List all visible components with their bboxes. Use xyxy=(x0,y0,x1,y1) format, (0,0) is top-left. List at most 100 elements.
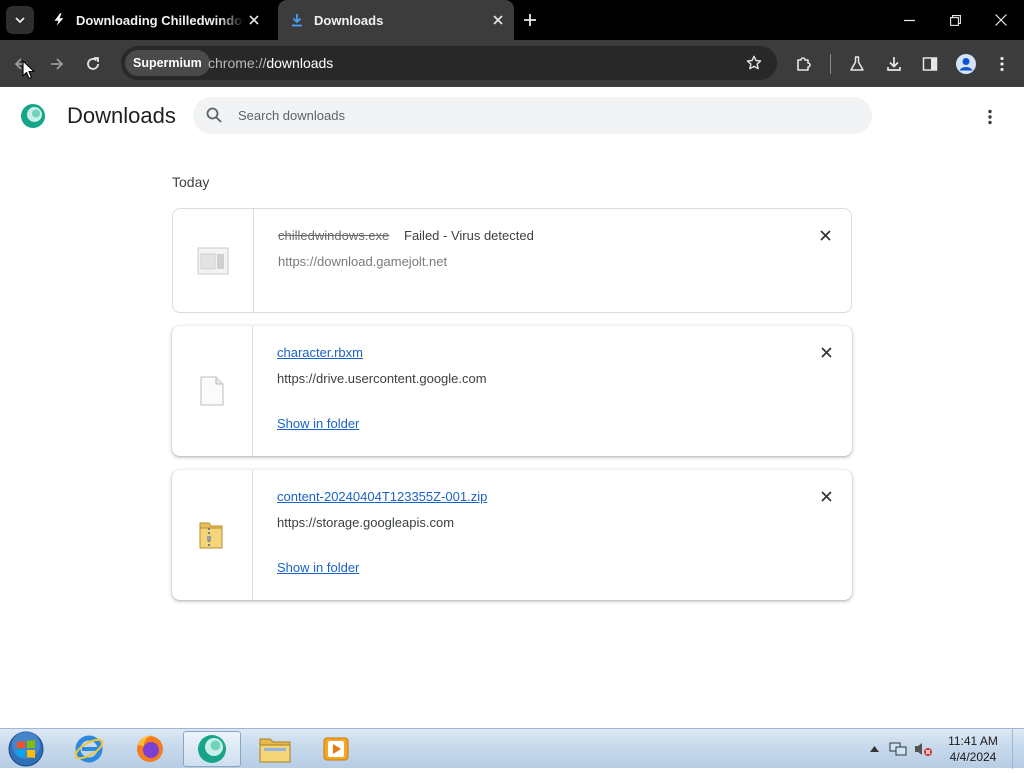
show-desktop-button[interactable] xyxy=(1012,729,1024,769)
tab-title: Downloads xyxy=(314,12,384,28)
puzzle-icon xyxy=(797,57,811,71)
taskbar-internet-explorer[interactable] xyxy=(60,731,118,767)
tab-downloading[interactable]: Downloading Chilledwindows.exe xyxy=(40,0,270,40)
network-icon xyxy=(889,742,907,756)
firefox-icon xyxy=(137,735,163,762)
search-input[interactable] xyxy=(238,97,838,134)
source-url[interactable]: https://storage.googleapis.com xyxy=(277,515,454,530)
more-vert-icon xyxy=(1000,56,1004,72)
date-heading: Today xyxy=(172,174,210,190)
downloads-button[interactable] xyxy=(881,51,907,77)
extensions-button[interactable] xyxy=(791,51,817,77)
start-button[interactable] xyxy=(6,730,46,768)
downloads-page: Downloads Today chilledwindows.exe Faile… xyxy=(0,87,1024,728)
tab-title: Downloading Chilledwindows.exe xyxy=(76,12,244,28)
close-icon xyxy=(995,14,1007,26)
file-name-link[interactable]: content-20240404T123355Z-001.zip xyxy=(277,489,487,504)
reload-icon xyxy=(87,57,99,70)
file-icon-cell xyxy=(173,209,254,312)
volume-tray-icon[interactable] xyxy=(912,729,934,769)
clock-date: 4/4/2024 xyxy=(949,750,997,764)
file-explorer-icon xyxy=(259,738,291,763)
show-in-folder-link[interactable]: Show in folder xyxy=(277,416,359,431)
taskbar-file-explorer[interactable] xyxy=(246,731,304,767)
close-icon xyxy=(819,229,831,241)
restore-icon xyxy=(949,14,961,26)
arrow-right-icon xyxy=(51,58,64,70)
page-title: Downloads xyxy=(67,103,176,128)
star-icon xyxy=(746,55,762,70)
clock-time: 11:41 AM xyxy=(948,734,998,748)
remove-from-list-button[interactable] xyxy=(818,344,834,360)
taskbar-firefox[interactable] xyxy=(121,731,179,767)
side-panel-button[interactable] xyxy=(917,51,943,77)
close-tab-icon[interactable] xyxy=(246,12,262,28)
remove-from-list-button[interactable] xyxy=(818,488,834,504)
close-icon xyxy=(820,346,832,358)
show-in-folder-link[interactable]: Show in folder xyxy=(277,560,359,575)
url-text[interactable]: chrome://downloads xyxy=(208,55,333,71)
taskbar-media-player[interactable] xyxy=(307,731,365,767)
file-name: chilledwindows.exe xyxy=(278,228,390,243)
restore-button[interactable] xyxy=(932,0,978,40)
minimize-icon xyxy=(903,19,915,21)
internet-explorer-icon xyxy=(74,735,104,763)
show-hidden-icons-button[interactable] xyxy=(866,729,882,769)
file-name-link[interactable]: character.rbxm xyxy=(277,345,363,360)
download-item: chilledwindows.exe Failed - Virus detect… xyxy=(172,208,852,313)
zip-folder-icon xyxy=(199,522,223,549)
labs-button[interactable] xyxy=(844,51,870,77)
more-vert-icon xyxy=(988,109,992,125)
download-status: Failed - Virus detected xyxy=(404,228,534,243)
volume-muted-icon xyxy=(915,743,932,756)
media-player-icon xyxy=(323,737,349,761)
flask-icon xyxy=(850,56,864,71)
network-tray-icon[interactable] xyxy=(888,729,908,769)
browser-toolbar: Supermium chrome://downloads xyxy=(0,40,1024,87)
file-icon-cell xyxy=(172,470,253,600)
bookmark-button[interactable] xyxy=(741,50,767,76)
download-item: content-20240404T123355Z-001.zip https:/… xyxy=(172,470,852,600)
browser-chip[interactable]: Supermium xyxy=(125,50,210,76)
source-url[interactable]: https://download.gamejolt.net xyxy=(278,254,447,269)
reload-button[interactable] xyxy=(80,51,106,77)
close-tab-icon[interactable] xyxy=(490,12,506,28)
download-icon xyxy=(887,57,901,71)
url-path: downloads xyxy=(266,55,334,71)
tab-search-button[interactable] xyxy=(6,6,34,34)
address-bar[interactable]: Supermium chrome://downloads xyxy=(121,46,777,80)
windows-logo-icon xyxy=(8,731,44,767)
download-arrow-icon xyxy=(288,11,306,29)
mouse-pointer-icon xyxy=(22,60,35,80)
blank-file-icon xyxy=(200,376,224,406)
remove-from-list-button[interactable] xyxy=(817,227,833,243)
plus-icon xyxy=(524,14,536,26)
close-icon xyxy=(820,490,832,502)
browser-menu-button[interactable] xyxy=(989,51,1015,77)
tab-downloads[interactable]: Downloads xyxy=(278,0,514,40)
lightning-bolt-icon xyxy=(50,11,68,29)
chevron-down-icon xyxy=(15,17,25,24)
toolbar-divider xyxy=(830,54,831,74)
new-tab-button[interactable] xyxy=(520,10,540,30)
triangle-up-icon xyxy=(869,746,879,752)
search-icon xyxy=(205,106,223,124)
taskbar-supermium[interactable] xyxy=(183,731,241,767)
blocked-file-icon xyxy=(197,247,229,274)
minimize-button[interactable] xyxy=(886,0,932,40)
forward-button[interactable] xyxy=(44,51,70,77)
page-menu-button[interactable] xyxy=(978,105,1002,129)
search-box[interactable] xyxy=(193,97,872,134)
system-clock[interactable]: 11:41 AM 4/4/2024 xyxy=(942,733,1004,765)
download-item: character.rbxm https://drive.usercontent… xyxy=(172,326,852,456)
avatar-icon xyxy=(956,54,976,74)
supermium-logo-icon xyxy=(20,103,46,129)
close-window-button[interactable] xyxy=(978,0,1024,40)
file-icon-cell xyxy=(172,326,253,456)
profile-button[interactable] xyxy=(953,51,979,77)
supermium-icon xyxy=(198,735,226,763)
source-url[interactable]: https://drive.usercontent.google.com xyxy=(277,371,487,386)
windows-taskbar: 11:41 AM 4/4/2024 xyxy=(0,728,1024,769)
url-scheme: chrome:// xyxy=(208,55,267,71)
tab-strip: Downloading Chilledwindows.exe Downloads xyxy=(0,0,1024,40)
